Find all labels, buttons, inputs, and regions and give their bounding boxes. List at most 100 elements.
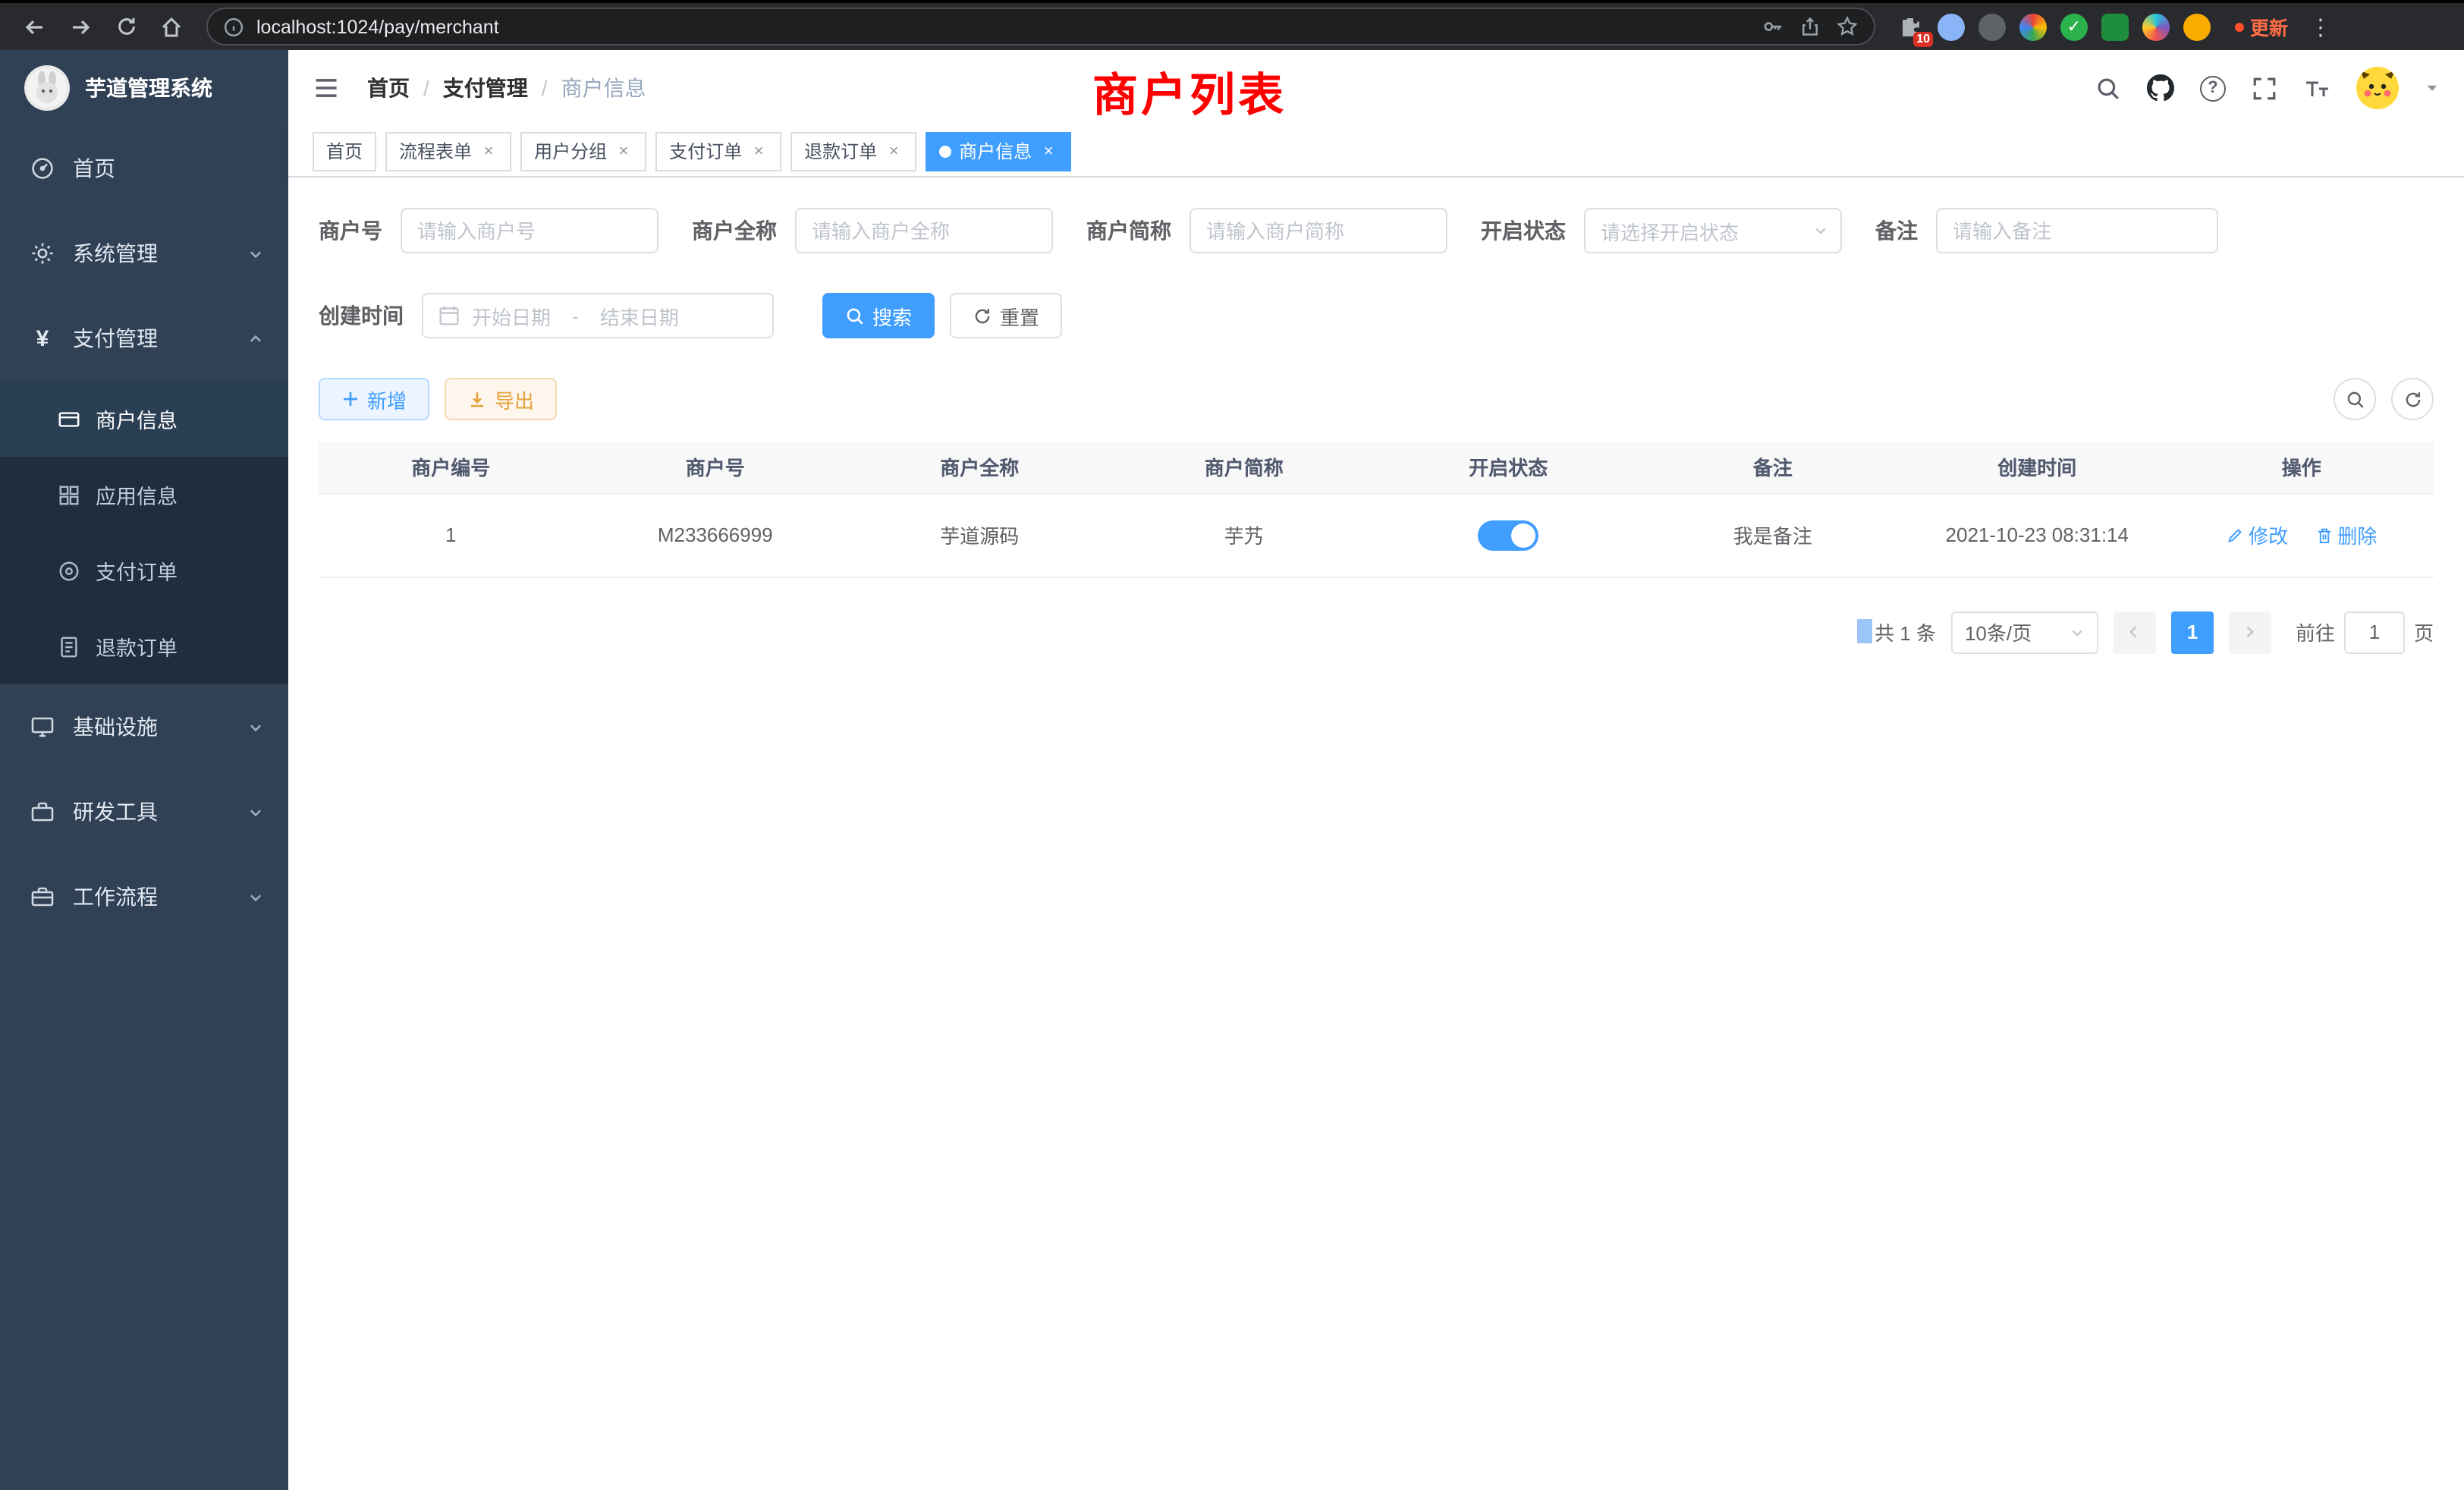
extension-badge: 10 xyxy=(1913,31,1933,46)
search-button[interactable]: 搜索 xyxy=(822,293,935,338)
target-icon xyxy=(58,559,80,582)
sidebar-item-merchant-info[interactable]: 商户信息 xyxy=(0,381,288,457)
tab-refund-order[interactable]: 退款订单 × xyxy=(790,131,916,171)
main-area: 首页 / 支付管理 / 商户信息 商户列表 ? xyxy=(288,50,2464,1490)
sidebar: 芋道管理系统 首页 系统管理 xyxy=(0,50,288,1490)
back-icon[interactable] xyxy=(15,7,55,46)
search-icon[interactable] xyxy=(2095,75,2121,101)
tab-pay-order[interactable]: 支付订单 × xyxy=(655,131,781,171)
page-number-button[interactable]: 1 xyxy=(2171,611,2214,653)
page-size-select[interactable]: 10条/页 xyxy=(1951,611,2098,653)
address-bar[interactable]: localhost:1024/pay/merchant xyxy=(206,8,1875,46)
status-select[interactable]: 请选择开启状态 xyxy=(1584,208,1842,253)
chevron-down-icon xyxy=(247,719,264,736)
delete-link[interactable]: 删除 xyxy=(2315,520,2377,549)
status-toggle[interactable] xyxy=(1478,520,1538,550)
share-icon[interactable] xyxy=(1799,15,1821,38)
tab-process-form[interactable]: 流程表单 × xyxy=(385,131,511,171)
select-placeholder: 请选择开启状态 xyxy=(1601,216,1739,245)
goto-page-input[interactable] xyxy=(2344,611,2405,653)
merchant-table: 商户编号 商户号 商户全称 商户简称 开启状态 备注 创建时间 操作 1 xyxy=(319,442,2434,577)
reload-icon[interactable] xyxy=(106,7,146,46)
card-icon xyxy=(58,407,80,430)
sidebar-item-workflow[interactable]: 工作流程 xyxy=(0,854,288,939)
sidebar-item-refund-order[interactable]: 退款订单 xyxy=(0,608,288,684)
edit-link[interactable]: 修改 xyxy=(2226,520,2288,549)
export-button[interactable]: 导出 xyxy=(445,378,557,420)
extension-icon[interactable] xyxy=(1978,13,2006,40)
help-icon[interactable]: ? xyxy=(2200,75,2226,101)
cell-full-name: 芋道源码 xyxy=(847,493,1112,577)
extensions-puzzle-icon[interactable]: 10 xyxy=(1897,13,1924,40)
extension-icon[interactable] xyxy=(2019,13,2047,40)
sidebar-item-system[interactable]: 系统管理 xyxy=(0,211,288,296)
toggle-search-icon[interactable] xyxy=(2334,378,2376,420)
remark-input[interactable] xyxy=(1936,208,2218,253)
avatar-caret-icon[interactable] xyxy=(2425,80,2440,96)
fullscreen-icon[interactable] xyxy=(2252,75,2277,101)
top-navbar: 首页 / 支付管理 / 商户信息 商户列表 ? xyxy=(288,50,2464,126)
merchant-shortname-input[interactable] xyxy=(1190,208,1447,253)
add-button[interactable]: 新增 xyxy=(319,378,429,420)
column-header: 商户号 xyxy=(583,442,848,493)
extension-icon[interactable]: ✓ xyxy=(2060,13,2088,40)
sidebar-item-home[interactable]: 首页 xyxy=(0,126,288,211)
update-dot-icon xyxy=(2235,22,2244,31)
sidebar-item-app-info[interactable]: 应用信息 xyxy=(0,457,288,533)
cell-remark: 我是备注 xyxy=(1641,493,1906,577)
bookmark-star-icon[interactable] xyxy=(1836,15,1859,38)
tab-home[interactable]: 首页 xyxy=(313,131,376,171)
field-label: 开启状态 xyxy=(1481,215,1566,246)
breadcrumb-current: 商户信息 xyxy=(561,73,646,103)
prev-page-button[interactable] xyxy=(2114,611,2156,653)
user-avatar[interactable] xyxy=(2356,67,2399,109)
app-title: 芋道管理系统 xyxy=(85,73,212,103)
app-logo[interactable]: 芋道管理系统 xyxy=(0,50,288,126)
merchant-no-input[interactable] xyxy=(401,208,658,253)
site-info-icon[interactable] xyxy=(223,16,244,37)
tab-close-icon[interactable]: × xyxy=(614,142,633,160)
breadcrumb-payment[interactable]: 支付管理 xyxy=(443,73,528,103)
sidebar-item-pay-order[interactable]: 支付订单 xyxy=(0,533,288,608)
sidebar-item-label: 基础设施 xyxy=(73,712,158,742)
sidebar-item-devtools[interactable]: 研发工具 xyxy=(0,769,288,854)
sidebar-item-infra[interactable]: 基础设施 xyxy=(0,684,288,769)
tab-merchant-info[interactable]: 商户信息 × xyxy=(926,131,1071,171)
briefcase-icon xyxy=(30,885,55,909)
tab-user-group[interactable]: 用户分组 × xyxy=(520,131,646,171)
gear-icon xyxy=(30,241,55,266)
yen-icon: ¥ xyxy=(30,325,55,351)
column-header: 商户全称 xyxy=(847,442,1112,493)
home-icon[interactable] xyxy=(152,7,191,46)
tab-close-icon[interactable]: × xyxy=(1039,142,1058,160)
extension-icon[interactable] xyxy=(2101,13,2129,40)
tab-close-icon[interactable]: × xyxy=(885,142,903,160)
dashboard-icon xyxy=(30,156,55,181)
grid-icon xyxy=(58,483,80,506)
page-size-label: 10条/页 xyxy=(1965,618,2032,646)
chevron-up-icon xyxy=(247,331,264,347)
github-icon[interactable] xyxy=(2147,74,2174,102)
font-size-icon[interactable] xyxy=(2303,75,2330,101)
filter-row-2: 创建时间 开始日期 - 结束日期 搜索 xyxy=(319,293,2434,338)
forward-icon[interactable] xyxy=(61,7,100,46)
tab-close-icon[interactable]: × xyxy=(750,142,768,160)
reset-button[interactable]: 重置 xyxy=(950,293,1062,338)
sidebar-toggle-icon[interactable] xyxy=(313,74,340,102)
date-range-picker[interactable]: 开始日期 - 结束日期 xyxy=(422,293,774,338)
breadcrumb-home[interactable]: 首页 xyxy=(367,73,410,103)
chrome-menu-icon[interactable]: ⋮ xyxy=(2309,13,2332,40)
next-page-button[interactable] xyxy=(2229,611,2271,653)
tab-close-icon[interactable]: × xyxy=(479,142,498,160)
password-key-icon[interactable] xyxy=(1762,15,1784,38)
date-start-placeholder: 开始日期 xyxy=(472,301,551,330)
export-button-label: 导出 xyxy=(495,385,534,413)
merchant-fullname-input[interactable] xyxy=(795,208,1053,253)
chrome-update-button[interactable]: 更新 xyxy=(2235,12,2288,41)
extension-icon[interactable] xyxy=(2142,13,2170,40)
refresh-icon[interactable] xyxy=(2391,378,2434,420)
sidebar-item-payment[interactable]: ¥ 支付管理 xyxy=(0,296,288,381)
extension-icon[interactable] xyxy=(1938,13,1965,40)
profile-avatar-icon[interactable] xyxy=(2183,13,2211,40)
goto-unit-label: 页 xyxy=(2414,618,2434,646)
